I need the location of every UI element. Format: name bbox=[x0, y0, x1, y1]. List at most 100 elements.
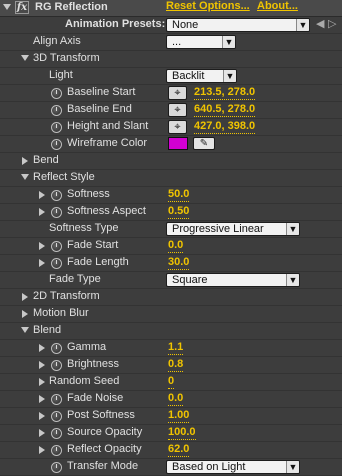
color-swatch[interactable] bbox=[168, 137, 188, 150]
softness-type-label: Softness Type bbox=[49, 222, 119, 234]
gamma-value[interactable]: 1.1 bbox=[168, 341, 184, 355]
fade-type-dropdown[interactable]: Square ▼ bbox=[166, 273, 300, 287]
expand-triangle-icon[interactable] bbox=[39, 412, 45, 420]
stopwatch-icon[interactable] bbox=[51, 105, 62, 116]
softness-type-dropdown[interactable]: Progressive Linear ▼ bbox=[166, 222, 300, 236]
about-link[interactable]: About... bbox=[257, 0, 298, 12]
fx-toggle-icon[interactable]: fx bbox=[15, 1, 29, 14]
softness-value[interactable]: 50.0 bbox=[168, 188, 190, 202]
expand-triangle-icon[interactable] bbox=[39, 208, 45, 216]
expand-triangle-icon[interactable] bbox=[39, 429, 45, 437]
fade-noise-value[interactable]: 0.0 bbox=[168, 392, 184, 406]
chevron-down-icon: ▼ bbox=[286, 461, 299, 473]
post-softness-value[interactable]: 1.00 bbox=[168, 409, 190, 423]
group-reflect-style[interactable]: Reflect Style bbox=[0, 170, 342, 187]
expand-triangle-icon[interactable] bbox=[39, 378, 45, 386]
expand-triangle-icon[interactable] bbox=[22, 157, 28, 165]
crosshair-icon[interactable]: ⌖ bbox=[168, 103, 187, 117]
random-seed-row: Random Seed 0 bbox=[0, 374, 342, 391]
chevron-down-icon: ▼ bbox=[223, 70, 236, 82]
expand-triangle-icon[interactable] bbox=[22, 293, 28, 301]
fade-length-row: Fade Length 30.0 bbox=[0, 255, 342, 272]
group-blend[interactable]: Blend bbox=[0, 323, 342, 340]
eyedropper-icon[interactable]: ✎ bbox=[193, 137, 215, 150]
baseline-start-label: Baseline Start bbox=[67, 86, 136, 98]
group-2d-transform[interactable]: 2D Transform bbox=[0, 289, 342, 306]
fade-length-value[interactable]: 30.0 bbox=[168, 256, 190, 270]
collapse-triangle-icon[interactable] bbox=[3, 4, 11, 10]
crosshair-icon[interactable]: ⌖ bbox=[168, 86, 187, 100]
group-3d-transform[interactable]: 3D Transform bbox=[0, 51, 342, 68]
softness-aspect-value[interactable]: 0.50 bbox=[168, 205, 190, 219]
random-seed-value[interactable]: 0 bbox=[168, 375, 175, 389]
crosshair-icon[interactable]: ⌖ bbox=[168, 120, 187, 134]
fade-type-label: Fade Type bbox=[49, 273, 101, 285]
stopwatch-icon[interactable] bbox=[51, 139, 62, 150]
reflect-opacity-value[interactable]: 62.0 bbox=[168, 443, 190, 457]
stopwatch-icon[interactable] bbox=[51, 241, 62, 252]
stopwatch-icon[interactable] bbox=[51, 428, 62, 439]
align-axis-dropdown[interactable]: ... ▼ bbox=[166, 35, 236, 49]
expand-triangle-icon[interactable] bbox=[39, 344, 45, 352]
expand-triangle-icon[interactable] bbox=[39, 446, 45, 454]
reflect-opacity-label: Reflect Opacity bbox=[67, 443, 142, 455]
fade-start-value[interactable]: 0.0 bbox=[168, 239, 184, 253]
stopwatch-icon[interactable] bbox=[51, 122, 62, 133]
baseline-start-row: Baseline Start ⌖ 213.5, 278.0 bbox=[0, 85, 342, 102]
light-label: Light bbox=[49, 69, 73, 81]
post-softness-label: Post Softness bbox=[67, 409, 135, 421]
transfer-mode-row: Transfer Mode Based on Light ▼ bbox=[0, 459, 342, 476]
group-label: Blend bbox=[33, 324, 62, 336]
transfer-mode-label: Transfer Mode bbox=[67, 460, 139, 472]
expand-triangle-icon[interactable] bbox=[39, 395, 45, 403]
stopwatch-icon[interactable] bbox=[51, 445, 62, 456]
align-axis-row: Align Axis ... ▼ bbox=[0, 34, 342, 51]
expand-triangle-icon[interactable] bbox=[39, 259, 45, 267]
animation-presets-value: None bbox=[172, 19, 199, 31]
expand-triangle-icon[interactable] bbox=[21, 55, 29, 61]
group-motion-blur[interactable]: Motion Blur bbox=[0, 306, 342, 323]
group-label: 3D Transform bbox=[33, 52, 100, 64]
transfer-mode-dropdown[interactable]: Based on Light ▼ bbox=[166, 460, 300, 474]
stopwatch-icon[interactable] bbox=[51, 394, 62, 405]
fade-type-value: Square bbox=[172, 274, 208, 286]
fade-noise-row: Fade Noise 0.0 bbox=[0, 391, 342, 408]
expand-triangle-icon[interactable] bbox=[22, 310, 28, 318]
stopwatch-icon[interactable] bbox=[51, 207, 62, 218]
source-opacity-row: Source Opacity 100.0 bbox=[0, 425, 342, 442]
expand-triangle-icon[interactable] bbox=[21, 327, 29, 333]
height-slant-value[interactable]: 427.0, 398.0 bbox=[194, 120, 256, 134]
stopwatch-icon[interactable] bbox=[51, 88, 62, 99]
chevron-down-icon: ▼ bbox=[286, 223, 299, 235]
animation-presets-label: Animation Presets: bbox=[65, 18, 166, 30]
group-bend[interactable]: Bend bbox=[0, 153, 342, 170]
effect-controls-panel: fx RG Reflection Reset Options... About.… bbox=[0, 0, 342, 476]
fade-type-row: Fade Type Square ▼ bbox=[0, 272, 342, 289]
light-dropdown[interactable]: Backlit ▼ bbox=[166, 69, 237, 83]
brightness-value[interactable]: 0.8 bbox=[168, 358, 184, 372]
softness-type-row: Softness Type Progressive Linear ▼ bbox=[0, 221, 342, 238]
expand-triangle-icon[interactable] bbox=[39, 242, 45, 250]
baseline-end-row: Baseline End ⌖ 640.5, 278.0 bbox=[0, 102, 342, 119]
stopwatch-icon[interactable] bbox=[51, 190, 62, 201]
stopwatch-icon[interactable] bbox=[51, 343, 62, 354]
height-slant-row: Height and Slant ⌖ 427.0, 398.0 bbox=[0, 119, 342, 136]
animation-presets-dropdown[interactable]: None ▼ bbox=[166, 18, 310, 32]
next-preset-icon[interactable]: ▷ bbox=[328, 17, 336, 30]
baseline-start-value[interactable]: 213.5, 278.0 bbox=[194, 86, 256, 100]
expand-triangle-icon[interactable] bbox=[21, 174, 29, 180]
expand-triangle-icon[interactable] bbox=[39, 191, 45, 199]
stopwatch-icon[interactable] bbox=[51, 411, 62, 422]
softness-aspect-row: Softness Aspect 0.50 bbox=[0, 204, 342, 221]
expand-triangle-icon[interactable] bbox=[39, 361, 45, 369]
reflect-opacity-row: Reflect Opacity 62.0 bbox=[0, 442, 342, 459]
align-axis-value: ... bbox=[172, 36, 182, 48]
stopwatch-icon[interactable] bbox=[51, 462, 62, 473]
previous-preset-icon[interactable]: ◀ bbox=[316, 17, 324, 30]
reset-options-link[interactable]: Reset Options... bbox=[166, 0, 250, 12]
source-opacity-value[interactable]: 100.0 bbox=[168, 426, 196, 440]
stopwatch-icon[interactable] bbox=[51, 360, 62, 371]
baseline-end-value[interactable]: 640.5, 278.0 bbox=[194, 103, 256, 117]
stopwatch-icon[interactable] bbox=[51, 258, 62, 269]
effect-name: RG Reflection bbox=[35, 1, 108, 13]
